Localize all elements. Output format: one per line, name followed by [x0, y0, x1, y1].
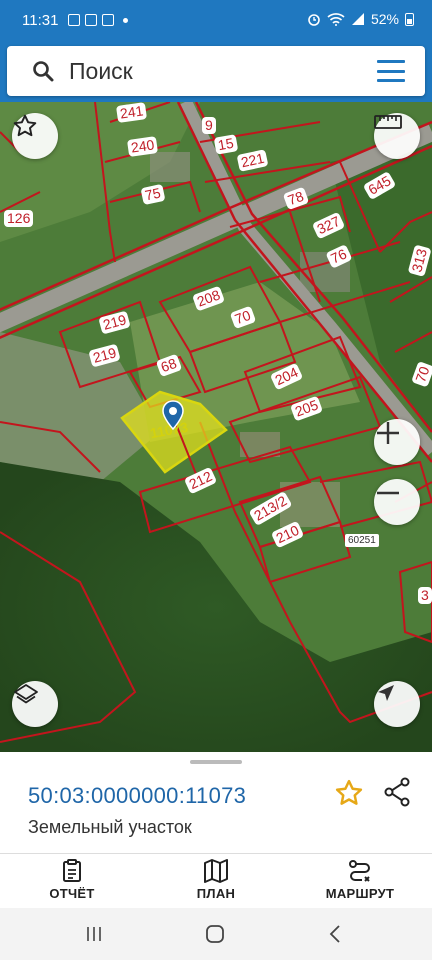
alarm-icon [308, 14, 320, 26]
clipboard-icon [63, 859, 81, 882]
map-view[interactable]: 241 9 240 15 221 126 75 78 645 327 313 7… [0, 102, 432, 752]
nav-report[interactable]: ОТЧЁТ [7, 854, 137, 909]
map-fold-icon [204, 859, 228, 883]
notification-icons [68, 14, 128, 26]
status-bar: 11:31 52% [0, 0, 432, 42]
home-icon[interactable] [203, 922, 227, 946]
nav-report-label: ОТЧЁТ [49, 886, 95, 901]
route-icon [349, 860, 370, 882]
bottom-navigation: ОТЧЁТ ПЛАН МАРШРУТ [0, 853, 432, 908]
satellite-map [0, 102, 432, 752]
nav-plan-label: ПЛАН [196, 886, 236, 901]
ruler-icon [374, 115, 402, 129]
gallery-icon [85, 14, 97, 26]
dot-icon [123, 18, 128, 23]
zoom-out-button[interactable] [374, 479, 420, 525]
favorite-star-icon[interactable] [334, 778, 364, 808]
zoom-in-icon [377, 422, 399, 444]
zoom-out-icon [377, 491, 399, 495]
favorites-star-button[interactable] [12, 113, 58, 159]
image-icon [68, 14, 80, 26]
menu-icon[interactable] [377, 60, 405, 82]
plot-label[interactable]: 126 [4, 210, 34, 227]
star-outline-icon [13, 114, 37, 137]
cadastral-number[interactable]: 50:03:0000000:11073 [28, 783, 246, 809]
status-time: 11:31 [22, 12, 59, 29]
nav-route[interactable]: МАРШРУТ [295, 854, 425, 909]
layers-icon [14, 684, 38, 704]
search-input[interactable] [69, 55, 369, 87]
status-right: 52% [307, 11, 414, 27]
parcel-type: Земельный участок [28, 817, 192, 837]
zoom-in-button[interactable] [374, 419, 420, 465]
layers-button[interactable] [12, 681, 58, 727]
ruler-button[interactable] [374, 113, 420, 159]
battery-icon [405, 12, 414, 26]
plot-label[interactable]: 9 [202, 117, 216, 134]
vk-icon [102, 14, 114, 26]
search-icon[interactable] [31, 59, 55, 83]
locate-me-button[interactable] [374, 681, 420, 727]
system-navigation-bar [0, 908, 432, 960]
search-bar[interactable] [7, 46, 425, 96]
plot-label[interactable]: 3 [418, 587, 432, 604]
wifi-icon [327, 13, 345, 26]
signal-icon [351, 13, 364, 25]
back-icon[interactable] [324, 922, 348, 946]
nav-route-label: МАРШРУТ [325, 886, 395, 901]
recent-apps-icon[interactable] [82, 922, 106, 946]
sheet-drag-handle[interactable] [190, 760, 242, 764]
battery-percent: 52% [370, 11, 399, 27]
share-icon[interactable] [382, 776, 412, 808]
navigation-arrow-icon [378, 685, 394, 701]
nav-plan[interactable]: ПЛАН [151, 854, 281, 909]
road-label: 60251 [345, 534, 379, 547]
map-pin-icon[interactable] [162, 400, 184, 430]
